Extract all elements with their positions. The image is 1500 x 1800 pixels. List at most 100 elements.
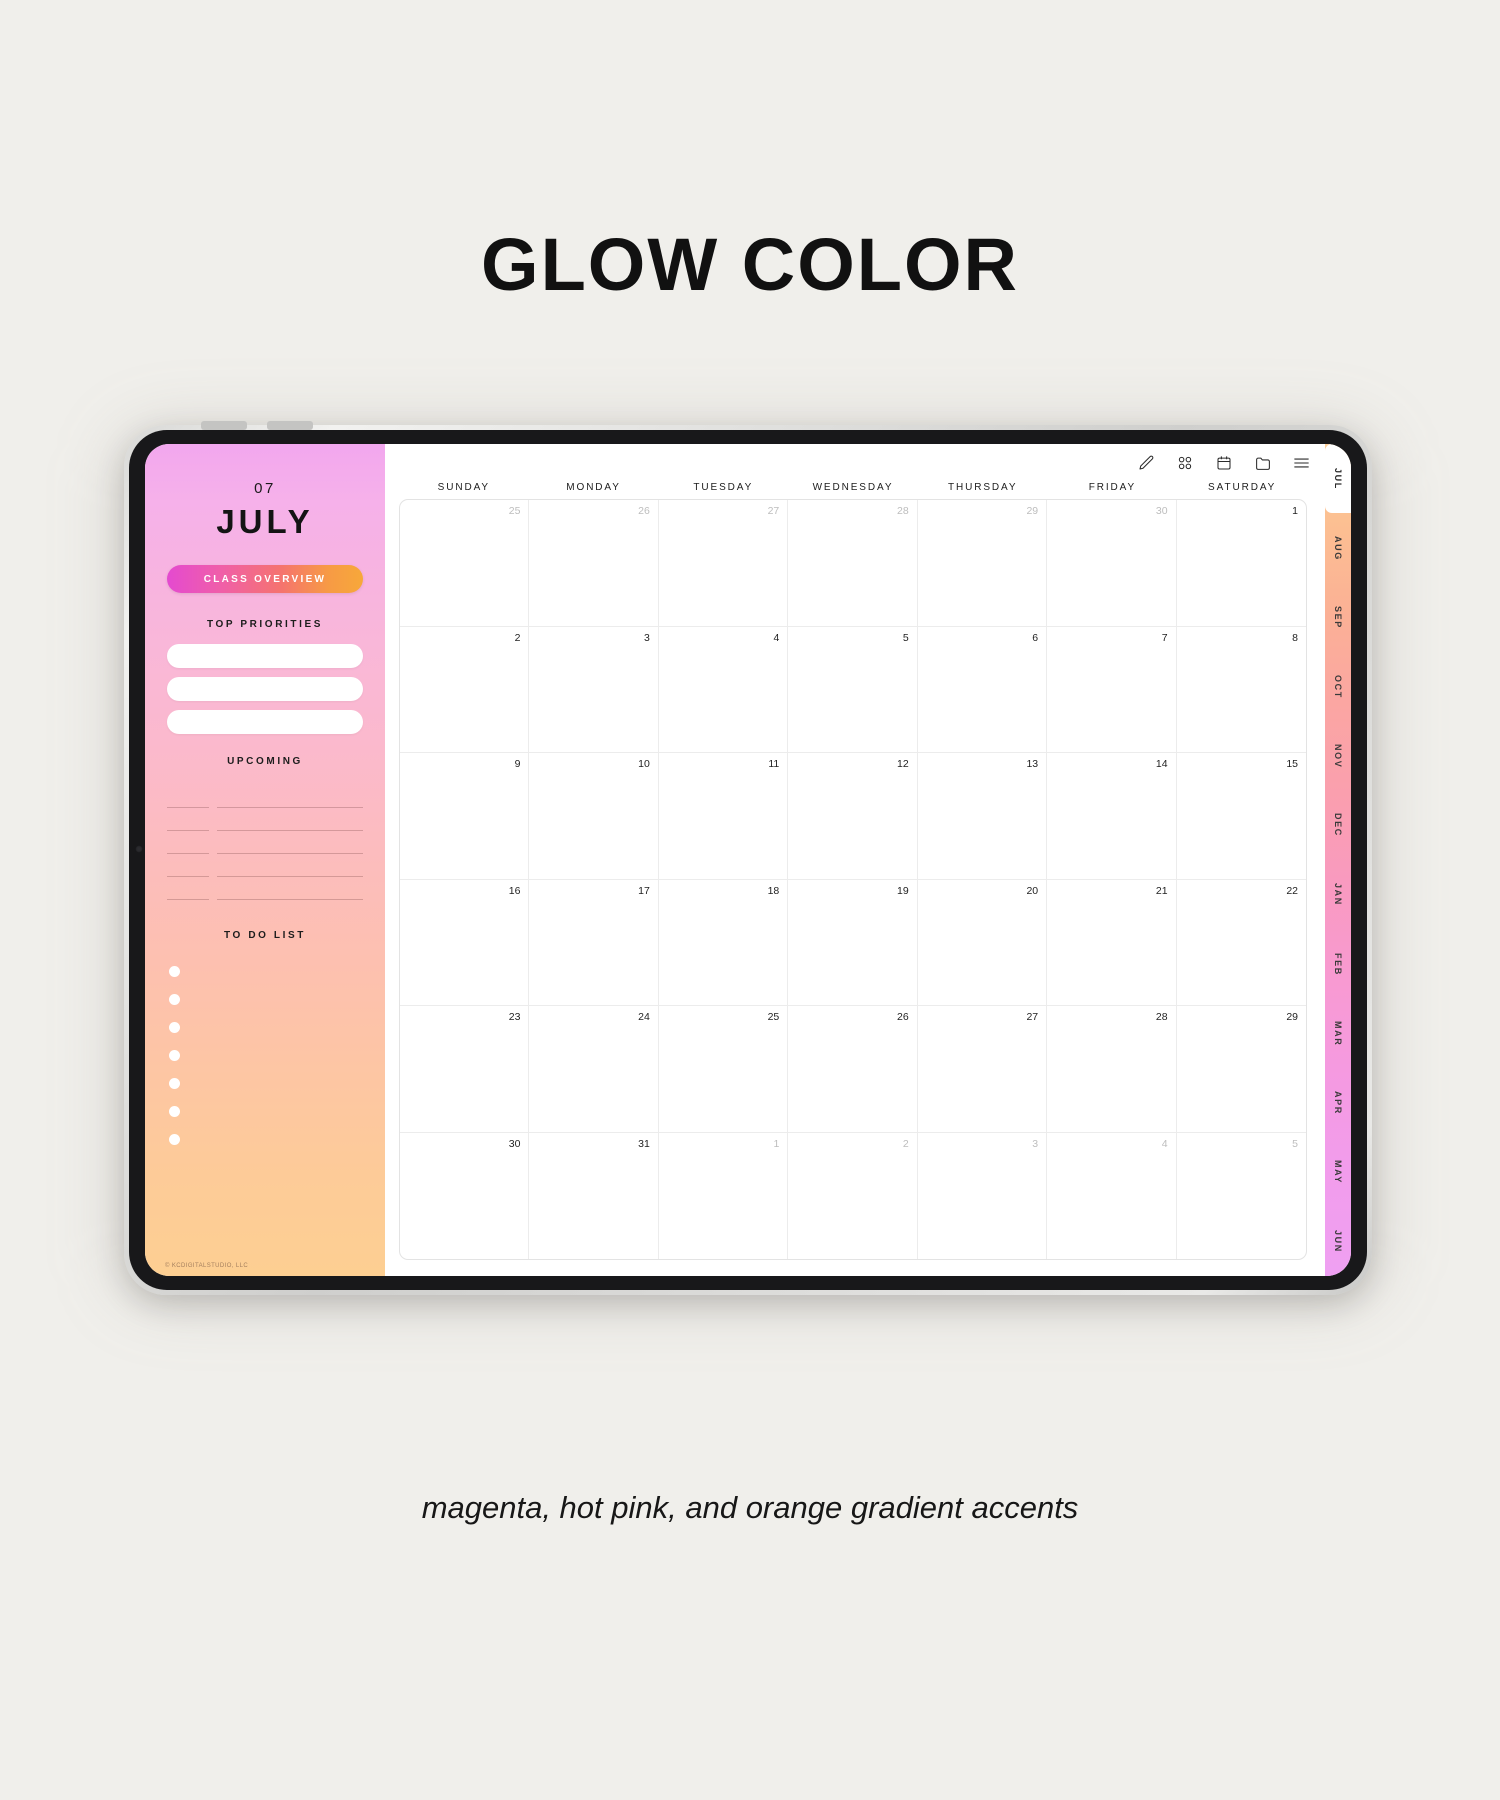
calendar-day-cell[interactable]: 25 [658,1006,789,1133]
month-tab-nov[interactable]: NOV [1325,721,1351,790]
calendar-day-cell[interactable]: 31 [529,1132,659,1259]
folder-icon[interactable] [1253,454,1272,473]
month-tab-feb[interactable]: FEB [1325,929,1351,998]
front-camera-icon [135,845,143,853]
todo-checkbox-icon[interactable] [169,1049,180,1061]
class-overview-button[interactable]: CLASS OVERVIEW [167,565,363,593]
todo-checkbox-icon[interactable] [169,1133,180,1145]
todo-checkbox-icon[interactable] [169,993,180,1005]
month-tab-sep[interactable]: SEP [1325,583,1351,652]
month-tab-jan[interactable]: JAN [1325,860,1351,929]
calendar-day-cell[interactable]: 2 [788,1132,918,1259]
calendar-day-cell[interactable]: 20 [917,879,1048,1006]
calendar-day-cell[interactable]: 14 [1047,753,1177,880]
calendar-day-cell[interactable]: 5 [1177,1133,1306,1260]
calendar-day-number: 9 [514,758,521,770]
calendar-day-cell[interactable]: 29 [917,500,1048,627]
calendar-day-cell[interactable]: 25 [400,500,530,627]
upcoming-date-field[interactable] [167,813,209,831]
month-tab-aug[interactable]: AUG [1325,513,1351,582]
calendar-day-cell[interactable]: 16 [400,879,530,1006]
calendar-day-cell[interactable]: 13 [917,753,1048,880]
todo-checkbox-icon[interactable] [169,1077,180,1089]
todo-row[interactable] [167,1069,363,1097]
calendar-day-cell[interactable]: 28 [1047,1006,1177,1133]
upcoming-row[interactable] [167,877,363,900]
month-tab-apr[interactable]: APR [1325,1068,1351,1137]
upcoming-row[interactable] [167,808,363,831]
upcoming-row[interactable] [167,854,363,877]
upcoming-row[interactable] [167,785,363,808]
upcoming-date-field[interactable] [167,790,209,808]
upcoming-text-field[interactable] [217,813,363,831]
month-tab-jun[interactable]: JUN [1325,1207,1351,1276]
month-tab-mar[interactable]: MAR [1325,999,1351,1068]
calendar-day-cell[interactable]: 27 [917,1006,1048,1133]
upcoming-text-field[interactable] [217,882,363,900]
calendar-day-cell[interactable]: 26 [529,500,659,627]
priority-input[interactable] [167,677,363,701]
upcoming-date-field[interactable] [167,836,209,854]
todo-row[interactable] [167,1097,363,1125]
calendar-day-cell[interactable]: 10 [529,753,659,880]
upcoming-text-field[interactable] [217,790,363,808]
calendar-day-cell[interactable]: 23 [400,1006,530,1133]
calendar-day-cell[interactable]: 3 [918,1132,1048,1259]
calendar-day-cell[interactable]: 7 [1047,626,1177,753]
volume-down-button[interactable] [267,421,313,430]
calendar-day-cell[interactable]: 22 [1176,880,1306,1006]
calendar-day-cell[interactable]: 1 [1176,500,1306,627]
priority-input[interactable] [167,644,363,668]
calendar-day-cell[interactable]: 28 [788,500,918,627]
priority-input[interactable] [167,710,363,734]
calendar-day-cell[interactable]: 4 [658,626,789,753]
calendar-day-cell[interactable]: 11 [658,753,789,880]
grid-icon[interactable] [1175,454,1194,473]
upcoming-text-field[interactable] [217,836,363,854]
month-tab-jul[interactable]: JUL [1325,444,1351,514]
todo-row[interactable] [167,957,363,985]
upcoming-row[interactable] [167,831,363,854]
upcoming-date-field[interactable] [167,859,209,877]
calendar-day-cell[interactable]: 12 [788,753,918,880]
calendar-day-cell[interactable]: 21 [1047,879,1177,1006]
calendar-day-cell[interactable]: 6 [917,626,1048,753]
calendar-day-cell[interactable]: 4 [1047,1132,1177,1259]
todo-row[interactable] [167,1041,363,1069]
calendar-day-cell[interactable]: 9 [400,753,530,880]
month-tab-dec[interactable]: DEC [1325,791,1351,860]
calendar-day-cell[interactable]: 2 [400,626,530,753]
upcoming-date-field[interactable] [167,882,209,900]
calendar-day-cell[interactable]: 15 [1176,753,1306,880]
volume-up-button[interactable] [201,421,247,430]
todo-checkbox-icon[interactable] [169,1105,180,1117]
calendar-day-cell[interactable]: 30 [1047,500,1177,627]
month-tab-oct[interactable]: OCT [1325,652,1351,721]
calendar-day-number: 17 [638,884,650,897]
todo-checkbox-icon[interactable] [169,1021,180,1033]
calendar-day-cell[interactable]: 29 [1176,1006,1306,1133]
calendar-day-cell[interactable]: 27 [658,500,789,627]
calendar-day-cell[interactable]: 19 [788,879,918,1006]
todo-row[interactable] [167,985,363,1013]
upcoming-text-field[interactable] [217,859,363,877]
calendar-day-number: 20 [1026,884,1039,897]
calendar-day-cell[interactable]: 26 [788,1006,918,1133]
calendar-day-cell[interactable]: 30 [400,1132,530,1259]
calendar-icon[interactable] [1214,454,1233,473]
calendar-day-cell[interactable]: 5 [788,626,918,753]
calendar-day-cell[interactable]: 3 [529,626,659,753]
calendar-day-cell[interactable]: 17 [529,879,659,1006]
calendar-day-cell[interactable]: 1 [659,1132,789,1259]
weekday-label: TUESDAY [693,482,754,493]
todo-row[interactable] [167,1013,363,1041]
menu-icon[interactable] [1292,454,1311,473]
pencil-icon[interactable] [1136,454,1155,473]
todo-checkbox-icon[interactable] [169,965,180,977]
month-tab-may[interactable]: MAY [1325,1137,1351,1206]
calendar-day-cell[interactable]: 18 [658,879,789,1006]
calendar-day-cell[interactable]: 8 [1176,627,1306,753]
calendar-day-number: 29 [1286,1011,1298,1023]
calendar-day-cell[interactable]: 24 [529,1006,659,1133]
todo-row[interactable] [167,1125,363,1153]
